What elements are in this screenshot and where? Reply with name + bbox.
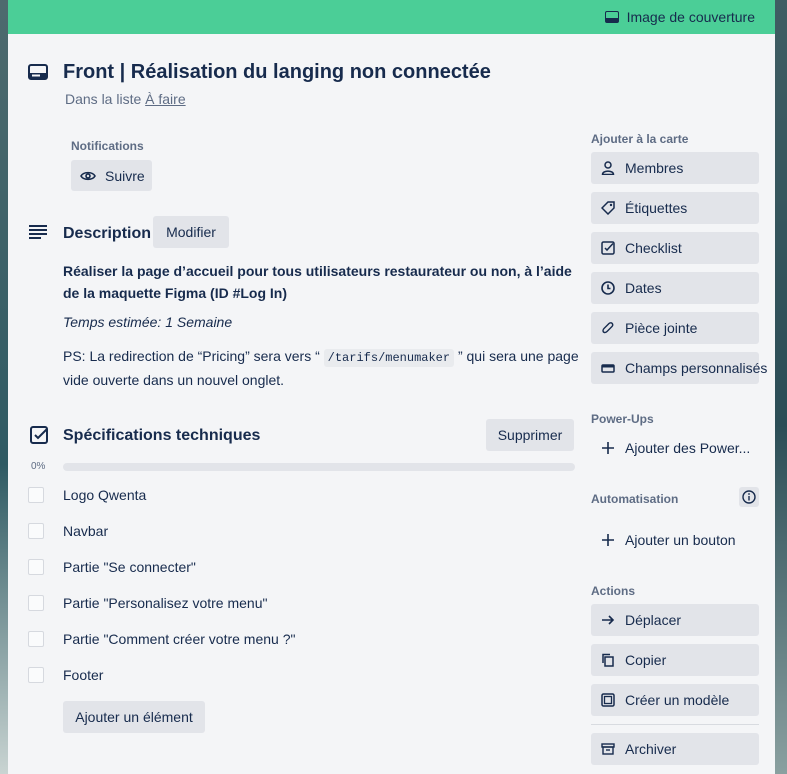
info-icon[interactable] [739, 487, 759, 507]
info-glyph-icon [742, 490, 756, 504]
card-detail-window: Image de couverture Front | Réalisation … [8, 0, 775, 774]
plus-icon [602, 442, 614, 454]
custom-fields-button[interactable]: Champs personnalisés [591, 352, 767, 384]
checklist-item-label[interactable]: Footer [63, 667, 103, 683]
checklist-item: Navbar [28, 521, 108, 541]
checklist-checkbox[interactable] [28, 595, 44, 611]
create-template-label: Créer un modèle [625, 692, 730, 708]
checklist-item-label[interactable]: Navbar [63, 523, 108, 539]
list-link[interactable]: À faire [145, 91, 185, 107]
board-background-left [0, 0, 8, 774]
card-cover: Image de couverture [8, 0, 775, 34]
copy-icon [602, 653, 614, 667]
add-button-label: Ajouter un bouton [625, 532, 736, 548]
arrow-right-icon [602, 615, 615, 625]
dates-button[interactable]: Dates [591, 272, 759, 304]
archive-label: Archiver [625, 741, 677, 757]
add-item-label: Ajouter un élément [75, 709, 193, 725]
archive-button[interactable]: Archiver [591, 733, 759, 765]
members-button[interactable]: Membres [591, 152, 759, 184]
attachment-label: Pièce jointe [625, 320, 698, 336]
cover-image-label: Image de couverture [626, 9, 755, 25]
dates-label: Dates [625, 280, 662, 296]
checklist-item: Logo Qwenta [28, 485, 146, 505]
paperclip-icon [602, 322, 614, 334]
checklist-checkbox[interactable] [28, 487, 44, 503]
copy-label: Copier [625, 652, 667, 668]
description-italic-text: Temps estimée: 1 Semaine [63, 314, 233, 330]
ps-code: /tarifs/menumaker [323, 349, 455, 367]
card-list-info: Dans la liste À faire [65, 91, 186, 107]
checklist-checkbox[interactable] [28, 631, 44, 647]
tag-icon [601, 201, 615, 215]
add-button-button[interactable]: Ajouter un bouton [591, 524, 759, 556]
checklist-item-label[interactable]: Logo Qwenta [63, 487, 146, 503]
labels-button[interactable]: Étiquettes [591, 192, 759, 224]
description-ps-text: PS: La redirection de “Pricing” sera ver… [63, 345, 583, 391]
card-title[interactable]: Front | Réalisation du langing non conne… [63, 61, 491, 84]
person-icon [601, 161, 615, 175]
clock-icon [601, 281, 615, 295]
sidebar-divider [591, 724, 759, 725]
checklist-heading: Spécifications techniques [63, 427, 261, 444]
description-bold-text: Réaliser la page d’accueil pour tous uti… [63, 263, 572, 301]
add-powerups-button[interactable]: Ajouter des Power... [591, 432, 759, 464]
plus-icon [602, 534, 614, 546]
modify-label: Modifier [166, 224, 216, 240]
template-icon [601, 693, 615, 707]
description-icon [29, 225, 47, 239]
delete-checklist-button[interactable]: Supprimer [486, 419, 574, 451]
create-template-button[interactable]: Créer un modèle [591, 684, 759, 716]
checklist-item: Partie "Comment créer votre menu ?" [28, 629, 295, 649]
card-icon [28, 64, 48, 80]
board-background-right [775, 0, 787, 774]
add-checklist-item-button[interactable]: Ajouter un élément [63, 701, 205, 733]
checklist-item-label[interactable]: Partie "Personalisez votre menu" [63, 595, 267, 611]
progress-bar [63, 463, 575, 471]
eye-icon [80, 171, 96, 180]
custom-fields-icon [601, 364, 615, 373]
delete-label: Supprimer [497, 427, 563, 443]
checklist-item: Partie "Personalisez votre menu" [28, 593, 267, 613]
checklist-item-label[interactable]: Partie "Se connecter" [63, 559, 196, 575]
move-label: Déplacer [625, 612, 682, 628]
checklist-checkbox[interactable] [28, 559, 44, 575]
cover-icon [604, 11, 619, 23]
follow-label: Suivre [105, 167, 145, 184]
checklist-section-icon [30, 426, 48, 444]
move-button[interactable]: Déplacer [591, 604, 759, 636]
archive-icon [601, 743, 615, 755]
labels-label: Étiquettes [625, 200, 688, 216]
automation-heading: Automatisation [591, 492, 679, 506]
checklist-icon [601, 241, 615, 255]
actions-heading: Actions [591, 584, 636, 598]
progress-percent: 0% [31, 461, 46, 472]
checklist-item: Footer [28, 665, 103, 685]
modify-description-button[interactable]: Modifier [153, 216, 229, 248]
custom-fields-label: Champs personnalisés [625, 360, 768, 376]
checklist-checkbox[interactable] [28, 667, 44, 683]
ps-before: PS: La redirection de “Pricing” sera ver… [63, 348, 324, 364]
notifications-heading: Notifications [71, 139, 144, 153]
copy-button[interactable]: Copier [591, 644, 759, 676]
checklist-item: Partie "Se connecter" [28, 557, 196, 577]
description-heading: Description [63, 225, 152, 242]
checklist-item-label[interactable]: Partie "Comment créer votre menu ?" [63, 631, 295, 647]
add-powerups-label: Ajouter des Power... [625, 440, 751, 456]
checklist-checkbox[interactable] [28, 523, 44, 539]
checklist-label: Checklist [625, 240, 682, 256]
checklist-button[interactable]: Checklist [591, 232, 759, 264]
attachment-button[interactable]: Pièce jointe [591, 312, 759, 344]
cover-image-button[interactable]: Image de couverture [604, 5, 755, 29]
powerups-heading: Power-Ups [591, 412, 654, 426]
follow-button[interactable]: Suivre [71, 160, 152, 191]
members-label: Membres [625, 160, 684, 176]
in-list-prefix: Dans la liste [65, 91, 146, 107]
add-to-card-heading: Ajouter à la carte [591, 132, 689, 146]
